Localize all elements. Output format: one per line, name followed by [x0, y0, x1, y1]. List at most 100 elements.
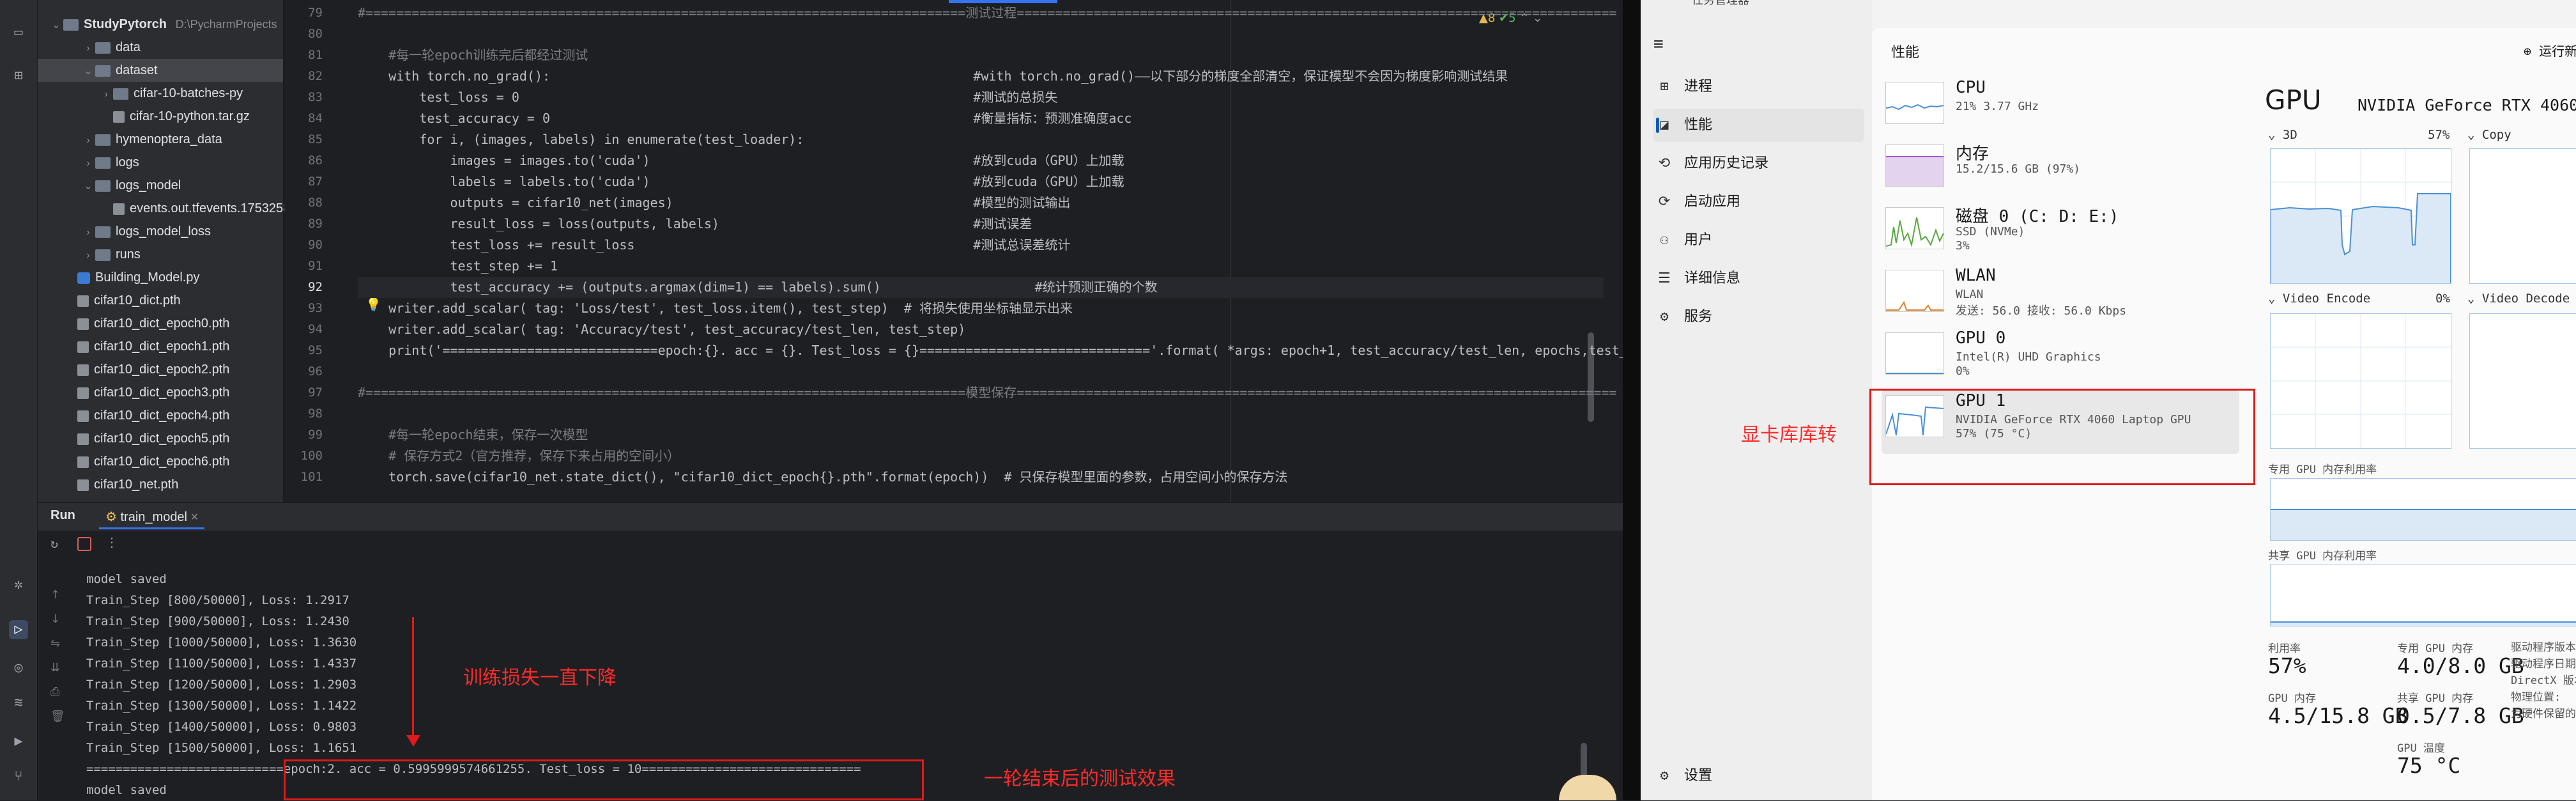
device-5[interactable]: GPU 0 Intel(R) UHD Graphics 0%	[1882, 327, 2239, 391]
code-line[interactable]: test_loss = 0 #测试的总损失	[358, 87, 1057, 108]
code-line[interactable]: print('============================epoch…	[358, 340, 1635, 361]
nav-processes[interactable]: ⊞ 进程	[1653, 70, 1864, 104]
run-icon[interactable]: ▷	[9, 620, 28, 639]
tree-item[interactable]: cifar10_net.pth	[38, 473, 283, 496]
git-icon[interactable]: ⑂	[9, 767, 28, 786]
code-line[interactable]: writer.add_scalar( tag: 'Loss/test', tes…	[358, 298, 1073, 319]
code-line[interactable]: writer.add_scalar( tag: 'Accuracy/test',…	[358, 319, 965, 340]
rerun-icon[interactable]: ↻	[50, 536, 58, 551]
tree-item[interactable]: ⌄ logs_model	[38, 174, 283, 197]
code-line[interactable]: with torch.no_grad(): #with torch.no_gra…	[358, 66, 1508, 87]
structure-icon[interactable]: ⊞	[9, 66, 28, 86]
services-icon[interactable]: ▶	[9, 732, 28, 751]
nav-details[interactable]: ☰ 详细信息	[1653, 262, 1864, 295]
tree-item[interactable]: cifar10_dict_epoch3.pth	[38, 381, 283, 404]
code-line[interactable]: torch.save(cifar10_net.state_dict(), "ci…	[358, 467, 1287, 488]
chevron-icon[interactable]: ›	[99, 83, 113, 106]
soft-wrap-icon[interactable]: ⇋	[50, 632, 65, 656]
history-icon: ⟲	[1658, 155, 1671, 171]
tree-item[interactable]: Building_Model.py	[38, 266, 283, 289]
project-folder-icon[interactable]: ▭	[9, 23, 28, 42]
console-line: Train_Step [1100/50000], Loss: 1.4337	[86, 657, 357, 671]
tree-item[interactable]: › hymenoptera_data	[38, 128, 283, 151]
code-line[interactable]: #每一轮epoch训练完后都经过测试	[358, 45, 588, 66]
engine-encode-label: ⌄ Video Encode	[2268, 292, 2371, 306]
tree-item[interactable]: cifar10_dict_epoch4.pth	[38, 404, 283, 427]
engine-encode-pct: 0%	[2435, 292, 2450, 306]
line-number: 83	[308, 90, 323, 104]
tree-item[interactable]: › logs	[38, 151, 283, 174]
code-line[interactable]: labels = labels.to('cuda') #放到cuda（GPU）上…	[358, 171, 1124, 192]
scroll-up-icon[interactable]: ↑	[50, 583, 65, 607]
tree-item[interactable]: ⌄ dataset	[38, 59, 283, 82]
tree-item[interactable]: cifar10_dict_epoch5.pth	[38, 427, 283, 450]
tree-item-label: cifar10_dict_epoch3.pth	[94, 385, 230, 400]
nav-settings[interactable]: ⚙ 设置	[1653, 759, 1864, 793]
temp-value: 75 °C	[2397, 753, 2461, 778]
chevron-icon[interactable]: ⌄	[81, 60, 95, 83]
chevron-icon[interactable]: ›	[81, 37, 95, 60]
python-packages-icon[interactable]: ◎	[9, 658, 28, 678]
chevron-icon[interactable]: ›	[81, 244, 95, 267]
chevron-icon[interactable]: ›	[81, 221, 95, 244]
layers-icon[interactable]: ≋	[9, 694, 28, 713]
nav-history[interactable]: ⟲ 应用历史记录	[1653, 147, 1864, 180]
more-icon[interactable]: ⋮	[105, 534, 118, 550]
tree-item[interactable]: cifar10_dict_epoch0.pth	[38, 312, 283, 335]
tree-item[interactable]: › logs_model_loss	[38, 220, 283, 243]
file-icon	[77, 295, 89, 307]
engine-3d-pct: 57%	[2428, 128, 2450, 142]
line-number: 96	[308, 364, 323, 378]
tree-item[interactable]: cifar10_dict_epoch1.pth	[38, 335, 283, 358]
code-line[interactable]: #=======================================…	[358, 3, 1616, 24]
hamburger-icon[interactable]: ≡	[1653, 35, 1664, 54]
tree-item[interactable]: cifar10_dict_epoch2.pth	[38, 358, 283, 381]
device-2[interactable]: 内存 15.2/15.6 GB (97%)	[1882, 139, 2239, 203]
stop-icon[interactable]	[77, 537, 91, 551]
code-line[interactable]: result_loss = loss(outputs, labels) #测试误…	[358, 214, 1032, 235]
run-config-tab[interactable]: ⚙ train_model ×	[99, 507, 205, 529]
device-thumbnail	[1885, 332, 1944, 375]
nav-startup[interactable]: ⟳ 启动应用	[1653, 185, 1864, 219]
tree-item[interactable]: events.out.tfevents.1753258	[38, 197, 290, 220]
run-tab[interactable]: Run	[50, 508, 75, 523]
code-line[interactable]: test_loss += result_loss #测试总误差统计	[358, 235, 1070, 256]
tree-item[interactable]: cifar10_dict_epoch6.pth	[38, 450, 283, 473]
scroll-down-icon[interactable]: ↓	[50, 607, 65, 632]
clear-icon[interactable]: 🗑	[50, 704, 65, 729]
nav-services[interactable]: ⚙ 服务	[1653, 300, 1864, 334]
run-new-task-button[interactable]: ⊕ 运行新	[2524, 41, 2576, 59]
tree-item[interactable]: cifar-10-python.tar.gz	[38, 105, 283, 128]
print-icon[interactable]: ⎙	[50, 680, 65, 704]
line-number: 93	[308, 301, 323, 315]
chevron-icon[interactable]: ›	[81, 152, 95, 175]
console-line: Train_Step [1000/50000], Loss: 1.3630	[86, 635, 357, 649]
code-line[interactable]: images = images.to('cuda') #放到cuda（GPU）上…	[358, 150, 1124, 171]
nav-users[interactable]: ⚇ 用户	[1653, 224, 1864, 257]
code-line[interactable]: for i, (images, labels) in enumerate(tes…	[358, 129, 804, 150]
device-4[interactable]: WLAN WLAN 发送: 56.0 接收: 56.0 Kbps	[1882, 265, 2239, 329]
chevron-icon[interactable]: ›	[81, 129, 95, 152]
tree-root[interactable]: ⌄ StudyPytorch D:\PycharmProjects	[38, 13, 283, 36]
code-line[interactable]: test_step += 1	[358, 256, 558, 277]
engine-3d-label: ⌄ 3D	[2268, 128, 2297, 142]
device-1[interactable]: CPU 21% 3.77 GHz	[1882, 77, 2239, 141]
tree-item[interactable]: › cifar-10-batches-py	[38, 82, 283, 105]
debug-icon[interactable]: ✲	[9, 575, 28, 595]
device-3[interactable]: 磁盘 0 (C: D: E:) SSD (NVMe) 3%	[1882, 202, 2239, 266]
code-line[interactable]: #每一轮epoch结束，保存一次模型	[358, 424, 588, 446]
code-line[interactable]: # 保存方式2（官方推荐，保存下来占用的空间小）	[358, 446, 680, 467]
code-line[interactable]: outputs = cifar10_net(images) #模型的测试输出	[358, 192, 1070, 214]
chevron-icon[interactable]: ⌄	[81, 175, 95, 198]
nav-performance[interactable]: ◪ 性能	[1653, 109, 1864, 142]
startup-icon: ⟳	[1658, 194, 1671, 210]
code-line[interactable]: #=======================================…	[358, 382, 1616, 403]
tree-item[interactable]: › runs	[38, 243, 283, 266]
tree-item[interactable]: cifar10_dict.pth	[38, 289, 283, 312]
code-line[interactable]: test_accuracy = 0 #衡量指标：预测准确度acc	[358, 108, 1131, 129]
code-line[interactable]: test_accuracy += (outputs.argmax(dim=1) …	[358, 277, 1604, 298]
scroll-end-icon[interactable]: ⇊	[50, 656, 65, 680]
tree-item-label: cifar10_dict_epoch1.pth	[94, 339, 230, 354]
line-number: 85	[308, 132, 323, 146]
tree-item[interactable]: › data	[38, 36, 283, 59]
